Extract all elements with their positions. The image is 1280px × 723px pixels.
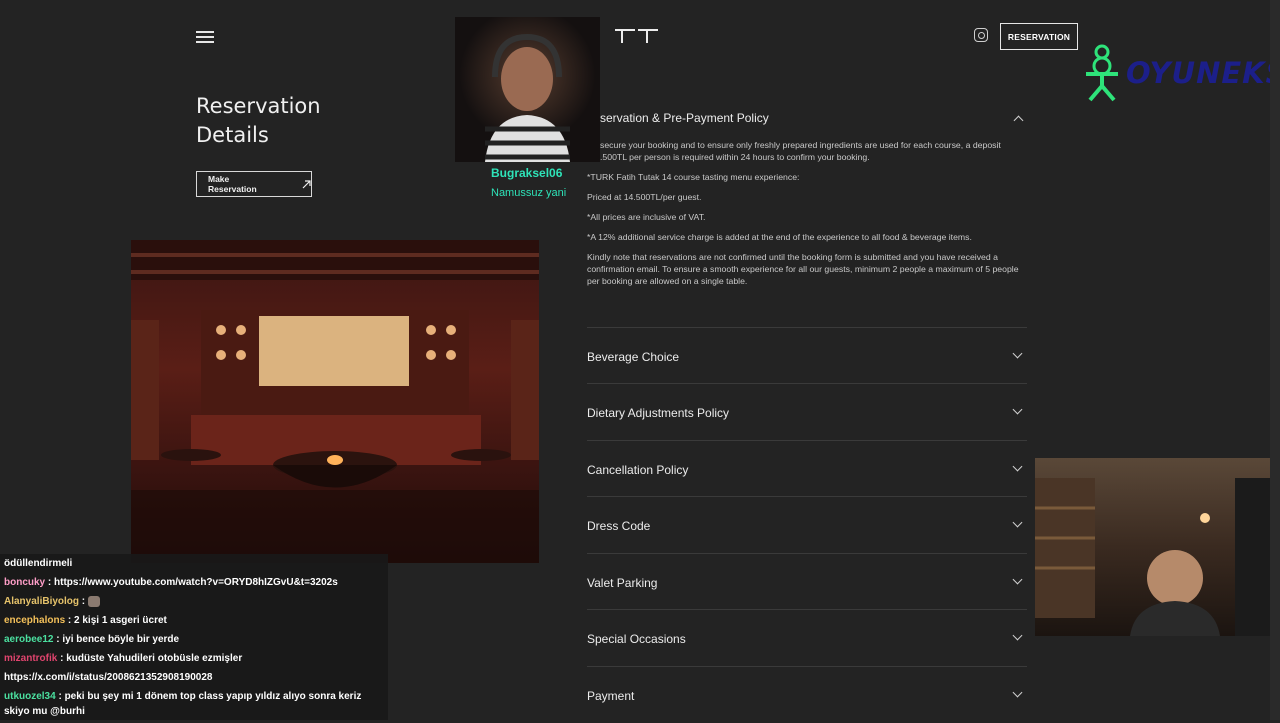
accordion-special-occasions[interactable]: Special Occasions [587, 609, 1027, 666]
menu-button[interactable] [196, 28, 214, 46]
chat-message: boncuky : https://www.youtube.com/watch?… [4, 577, 338, 588]
policy-heading[interactable]: servation & Pre-Payment Policy [600, 111, 769, 125]
chat-message: utkuozel34 : peki bu şey mi 1 dönem top … [4, 691, 362, 717]
policy-text-5: *A 12% additional service charge is adde… [587, 232, 972, 242]
stream-chat: ödüllendirmeli boncuky : https://www.you… [0, 554, 388, 720]
chevron-down-icon [1012, 574, 1023, 585]
accordion-label: Payment [587, 689, 635, 703]
brand-text: OYUNEKS [1126, 56, 1280, 90]
chevron-down-icon [1012, 461, 1023, 472]
accordion-label: Cancellation Policy [587, 463, 689, 477]
page-scrollbar[interactable] [1270, 0, 1280, 720]
accordion-label: Dress Code [587, 519, 651, 533]
policy-text-4: *All prices are inclusive of VAT. [587, 212, 706, 222]
accordion-label: Beverage Choice [587, 350, 680, 364]
streamer-webcam [455, 17, 600, 162]
restaurant-photo [131, 240, 539, 563]
accordion-dress-code[interactable]: Dress Code [587, 496, 1027, 553]
streamer-name: Bugraksel06 [491, 166, 563, 180]
arrow-up-right-icon [302, 179, 311, 188]
chevron-down-icon [1012, 517, 1023, 528]
chat-message: encephalons : 2 kişi 1 asgeri ücret [4, 615, 167, 626]
streamer-avatar-icon [485, 33, 570, 162]
accordion-label: Special Occasions [587, 632, 686, 646]
chevron-down-icon [1012, 404, 1023, 415]
restaurant-interior-image [131, 240, 539, 563]
chat-message: https://x.com/i/status/20086213529081900… [4, 672, 213, 683]
streamer-subtitle: Namussuz yani [491, 187, 567, 199]
tt-logo-icon [615, 29, 658, 43]
mascot-icon [1086, 44, 1118, 102]
instagram-icon[interactable] [974, 28, 988, 42]
chat-message: mizantrofik : kudüste Yahudileri otobüsl… [4, 653, 243, 664]
accordion-valet-parking[interactable]: Valet Parking [587, 553, 1027, 610]
page-title: Reservation Details [196, 94, 321, 147]
policy-text-2: *TURK Fatih Tutak 14 course tasting menu… [587, 172, 800, 182]
emote-icon [87, 595, 100, 607]
accordion-label: Dietary Adjustments Policy [587, 406, 730, 420]
accordion-label: Valet Parking [587, 576, 658, 590]
reservation-button[interactable]: RESERVATION [1000, 23, 1078, 50]
accordion-beverage-choice[interactable]: Beverage Choice [587, 327, 1027, 384]
chevron-down-icon [1012, 630, 1023, 641]
chat-message: ödüllendirmeli [4, 558, 73, 569]
accordion-cancellation[interactable]: Cancellation Policy [587, 440, 1027, 497]
make-reservation-button[interactable]: Make Reservation [196, 171, 312, 197]
site-logo[interactable] [615, 28, 659, 49]
chevron-down-icon [1012, 687, 1023, 698]
chevron-up-icon[interactable] [1013, 115, 1024, 126]
hamburger-icon [196, 31, 214, 33]
guest-webcam [1035, 458, 1280, 636]
guest-avatar-icon [1035, 478, 1280, 636]
chat-message: aerobee12 : iyi bence böyle bir yerde [4, 634, 180, 645]
policy-text-3: Priced at 14.500TL/per guest. [587, 192, 702, 202]
chat-message: AlanyaliBiyolog : [0, 592, 388, 611]
accordion-dietary[interactable]: Dietary Adjustments Policy [587, 383, 1027, 440]
accordion-payment[interactable]: Payment [587, 666, 1027, 723]
oyuneks-logo: OYUNEKS [1082, 44, 1280, 102]
chevron-down-icon [1012, 348, 1023, 359]
policy-text-6: Kindly note that reservations are not co… [587, 252, 1019, 286]
policy-text-1: secure your booking and to ensure only f… [600, 140, 1001, 162]
